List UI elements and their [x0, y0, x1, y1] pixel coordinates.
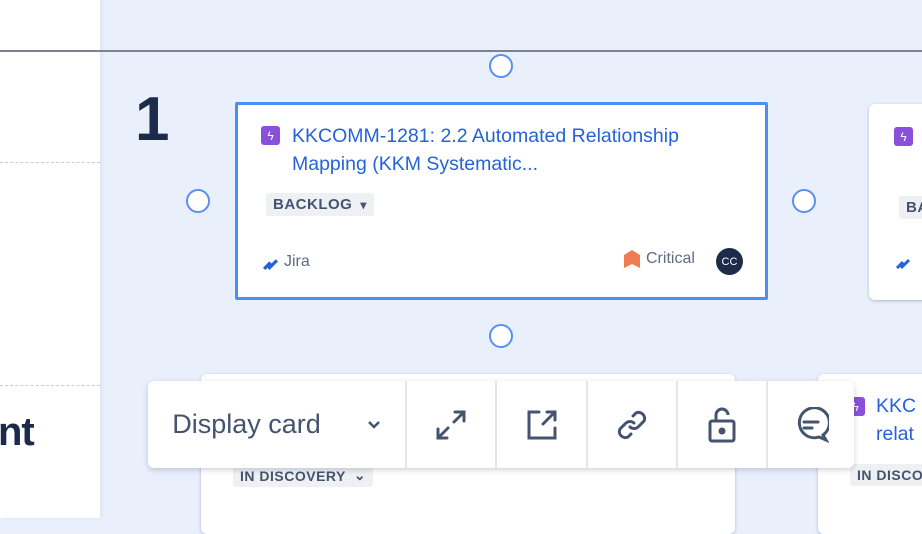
- display-select[interactable]: Display card: [148, 381, 405, 468]
- epic-icon: ϟ: [894, 127, 913, 146]
- status-dropdown[interactable]: BACKLOG ▾: [266, 193, 374, 216]
- avatar[interactable]: CC: [716, 248, 743, 275]
- comment-button[interactable]: [766, 381, 854, 468]
- connector-handle-bottom[interactable]: [489, 324, 513, 348]
- expand-button[interactable]: [405, 381, 495, 468]
- external-link-icon: [525, 408, 559, 442]
- connector-handle-top[interactable]: [489, 54, 513, 78]
- connector-handle-right[interactable]: [792, 189, 816, 213]
- copy-link-button[interactable]: [586, 381, 676, 468]
- row-divider: [0, 385, 100, 386]
- card-title-link[interactable]: KKCOMM-1281: 2.2 Automated Relationship …: [292, 122, 732, 178]
- status-label: BACKLOG: [273, 196, 353, 213]
- row-divider: [0, 162, 100, 163]
- row-number: 1: [135, 85, 170, 154]
- priority-label: Critical: [646, 250, 695, 267]
- chevron-down-icon: ▾: [360, 197, 367, 212]
- jira-icon: [895, 254, 911, 270]
- display-select-label: Display card: [172, 409, 321, 439]
- status-label: BA: [906, 199, 922, 216]
- lock-button[interactable]: [676, 381, 766, 468]
- jira-icon: [262, 254, 279, 271]
- open-in-new-button[interactable]: [495, 381, 586, 468]
- card-title-link[interactable]: KKC relat: [876, 392, 916, 448]
- epic-icon: ϟ: [261, 126, 280, 145]
- connector-handle-left[interactable]: [186, 189, 210, 213]
- expand-icon: [434, 408, 468, 442]
- chevron-down-icon: ⌄: [353, 467, 367, 483]
- row-heading: nt: [0, 410, 35, 454]
- comment-icon: [793, 406, 829, 443]
- selected-card[interactable]: ϟ KKCOMM-1281: 2.2 Automated Relationshi…: [235, 102, 768, 300]
- unlock-icon: [707, 407, 737, 443]
- source-label: Jira: [284, 253, 310, 270]
- priority: Critical: [624, 250, 695, 268]
- source: Jira: [262, 253, 310, 271]
- priority-critical-icon: [624, 250, 640, 268]
- chevron-down-icon: [367, 420, 381, 430]
- status-label: IN DISCO: [857, 467, 922, 483]
- link-icon: [615, 408, 649, 442]
- card-toolbar: Display card: [148, 381, 854, 468]
- card[interactable]: ϟ BA: [869, 104, 922, 300]
- status-dropdown[interactable]: BA: [899, 196, 922, 219]
- divider: [0, 50, 922, 52]
- status-label: IN DISCOVERY: [240, 467, 346, 484]
- status-dropdown[interactable]: IN DISCO: [850, 464, 922, 486]
